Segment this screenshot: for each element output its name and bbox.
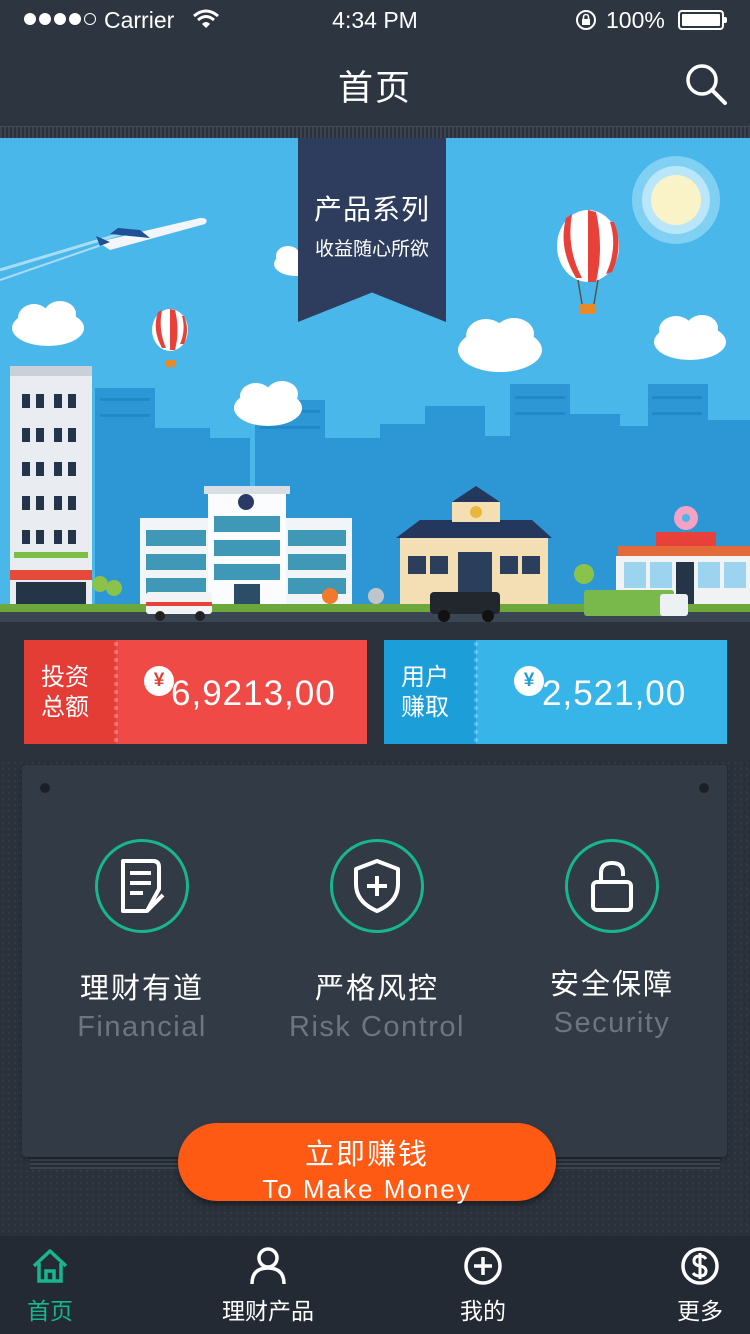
rivet: [40, 783, 50, 793]
feature-subtitle: Risk Control: [289, 1011, 465, 1043]
cta-label-cn: 立即赚钱: [304, 1137, 429, 1171]
user-earnings-value: ¥ 2,521,00: [476, 640, 727, 744]
feature-security[interactable]: 安全保障 Security: [526, 839, 698, 1040]
feature-subtitle: Security: [553, 1007, 671, 1039]
nav-divider: [0, 126, 750, 138]
feature-title: 安全保障: [549, 967, 674, 1001]
investment-total-card[interactable]: 投资 总额 ¥ 6,9213,00: [24, 640, 367, 744]
feature-risk-control[interactable]: 严格风控 Risk Control: [272, 839, 482, 1044]
cta-label-en: To Make Money: [262, 1174, 472, 1204]
shield-plus-icon: [330, 839, 424, 933]
yen-icon: ¥: [514, 666, 544, 696]
make-money-button[interactable]: 立即赚钱 To Make Money: [178, 1123, 556, 1204]
tab-label: 我的: [460, 1299, 506, 1325]
battery-percent: 100%: [606, 7, 665, 33]
features-panel: 理财有道 Financial 严格风控 Risk Control 安全保障 Se…: [22, 765, 727, 1157]
user-earnings-label: 用户 赚取: [384, 640, 480, 744]
user-icon: [250, 1247, 286, 1285]
feature-title: 理财有道: [79, 971, 204, 1005]
tab-label: 首页: [27, 1299, 73, 1325]
status-bar: Carrier 4:34 PM 100%: [0, 0, 750, 40]
investment-amount: 6,9213,00: [171, 674, 336, 713]
home-icon: [32, 1249, 68, 1283]
investment-label-line1: 投资: [41, 663, 89, 691]
rotation-lock-icon: [576, 10, 596, 30]
battery-icon: [678, 10, 727, 30]
hero-banner[interactable]: 产品系列 收益随心所欲: [0, 138, 750, 622]
ribbon-title: 产品系列: [313, 193, 430, 226]
dollar-circle-icon: [681, 1247, 719, 1285]
tab-financial-products[interactable]: 理财产品: [208, 1236, 328, 1334]
investment-label-line2: 总额: [41, 693, 89, 721]
tab-home[interactable]: 首页: [0, 1236, 110, 1334]
office-tower: [10, 366, 92, 616]
feature-subtitle: Financial: [77, 1011, 207, 1043]
unlock-icon: [565, 839, 659, 933]
yen-icon: ¥: [144, 666, 174, 696]
document-icon: [95, 839, 189, 933]
plus-circle-icon: [464, 1247, 502, 1285]
nav-bar: 首页: [0, 40, 750, 126]
tab-bar: 首页 理财产品 我的 更多: [0, 1236, 750, 1334]
tab-label: 理财产品: [222, 1299, 314, 1325]
rivet: [699, 783, 709, 793]
tab-label: 更多: [677, 1299, 723, 1325]
earnings-amount: 2,521,00: [542, 674, 687, 713]
investment-total-label: 投资 总额: [24, 640, 120, 744]
search-icon[interactable]: [684, 62, 728, 106]
feature-financial[interactable]: 理财有道 Financial: [54, 839, 230, 1044]
earnings-label-line1: 用户: [401, 663, 449, 691]
investment-total-value: ¥ 6,9213,00: [116, 640, 367, 744]
tab-mine[interactable]: 我的: [423, 1236, 543, 1334]
feature-title: 严格风控: [314, 971, 439, 1005]
tab-more[interactable]: 更多: [640, 1236, 750, 1334]
ribbon-subtitle: 收益随心所欲: [314, 238, 429, 260]
page-title: 首页: [337, 69, 412, 109]
user-earnings-card[interactable]: 用户 赚取 ¥ 2,521,00: [384, 640, 727, 744]
earnings-label-line2: 赚取: [401, 693, 449, 721]
